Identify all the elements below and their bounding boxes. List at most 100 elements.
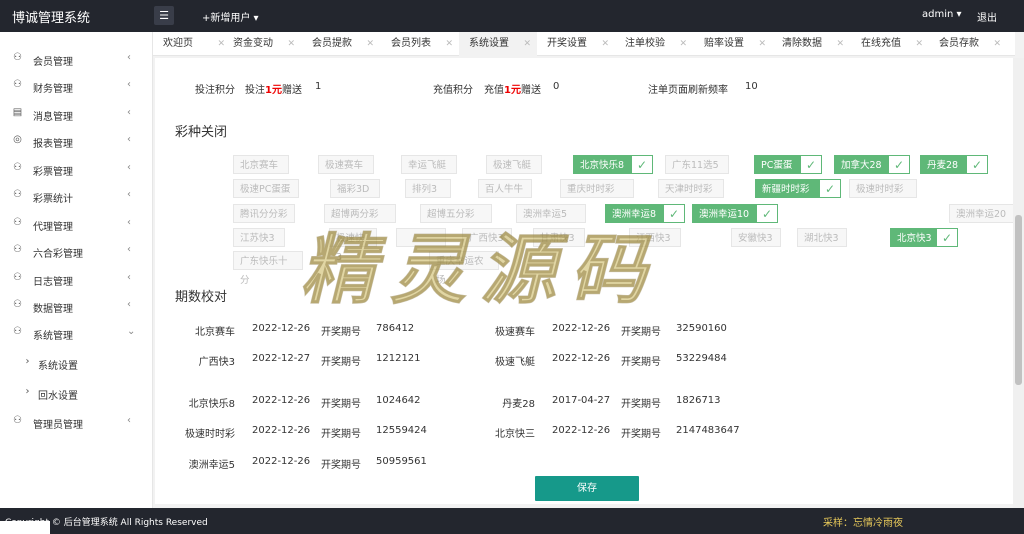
lottery-checkbox[interactable]: 极速赛车 [318, 155, 374, 174]
tab-9[interactable]: 在线充值 ✕ [851, 32, 929, 56]
tab-10[interactable]: 会员存款 ✕ [929, 32, 1007, 56]
lottery-label: 北京赛车 [240, 160, 279, 171]
tab-6[interactable]: 注单校验 ✕ [615, 32, 693, 56]
period-date-input[interactable]: 2022-12-26 [552, 425, 610, 436]
close-icon[interactable]: ✕ [836, 32, 844, 56]
refresh-rate-input[interactable]: 10 [745, 81, 758, 92]
close-icon[interactable]: ✕ [523, 32, 531, 56]
lottery-checkbox[interactable]: 排列3 [405, 179, 451, 198]
lottery-checkbox[interactable]: 丹麦28 ✓ [920, 155, 988, 174]
lottery-checkbox[interactable]: 福彩3D [330, 179, 380, 198]
lottery-checkbox[interactable]: 江苏快3 [233, 228, 285, 247]
bet-points-input[interactable]: 1 [315, 81, 321, 92]
admin-menu[interactable]: admin ▾ [922, 9, 962, 20]
period-number-input[interactable]: 1024642 [376, 395, 421, 406]
tab-8[interactable]: 清除数据 ✕ [772, 32, 850, 56]
sidebar-item-7[interactable]: ⚇ 六合彩管理 ‹ [0, 238, 153, 264]
menu-toggle-icon[interactable]: ☰ [154, 6, 174, 25]
period-date-input[interactable]: 2022-12-26 [252, 323, 310, 334]
tab-1[interactable]: 资金变动 ✕ [223, 32, 301, 56]
close-icon[interactable]: ✕ [287, 32, 295, 56]
period-number-input[interactable]: 53229484 [676, 353, 727, 364]
lottery-checkbox[interactable]: 新疆时时彩 ✓ [755, 179, 841, 198]
recharge-points-label: 充值积分 [433, 85, 473, 96]
period-date-input[interactable]: 2022-12-26 [552, 323, 610, 334]
period-number-input[interactable]: 50959561 [376, 456, 427, 467]
period-date-input[interactable]: 2017-04-27 [552, 395, 610, 406]
lottery-checkbox[interactable]: 湖北快3 [797, 228, 847, 247]
recharge-points-input[interactable]: 0 [553, 81, 559, 92]
period-date-input[interactable]: 2022-12-26 [252, 395, 310, 406]
period-date-input[interactable]: 2022-12-26 [552, 353, 610, 364]
lottery-checkbox[interactable]: 极速时时彩 [849, 179, 917, 198]
lottery-checkbox[interactable]: PC蛋蛋 ✓ [754, 155, 822, 174]
lottery-checkbox[interactable]: 安徽快3 [731, 228, 781, 247]
chevron-right-icon: › [25, 356, 30, 367]
period-date-input[interactable]: 2022-12-26 [252, 425, 310, 436]
lottery-checkbox[interactable]: 广东11选5 [665, 155, 729, 174]
close-icon[interactable]: ✕ [601, 32, 609, 56]
add-user-button[interactable]: +新增用户 ▾ [202, 9, 259, 24]
sidebar-item-2[interactable]: ▤ 消息管理 ‹ [0, 101, 153, 127]
close-icon[interactable]: ✕ [915, 32, 923, 56]
scrollbar-thumb[interactable] [1015, 215, 1022, 385]
lottery-checkbox[interactable]: 幸运飞艇 [401, 155, 457, 174]
close-icon[interactable]: ✕ [758, 32, 766, 56]
lottery-label: 腾讯分分彩 [240, 209, 288, 220]
lottery-label: 幸运飞艇 [408, 160, 447, 171]
close-icon[interactable]: ✕ [993, 32, 1001, 56]
lottery-checkbox[interactable]: 北京快乐8 ✓ [573, 155, 653, 174]
lottery-checkbox[interactable]: 加拿大28 ✓ [834, 155, 910, 174]
lottery-label: 广东11选5 [672, 160, 719, 171]
sidebar-item-6[interactable]: ⚇ 代理管理 ‹ [0, 211, 153, 237]
user-icon: ⚇ [13, 244, 22, 255]
period-number-input[interactable]: 1826713 [676, 395, 721, 406]
period-number-input[interactable]: 12559424 [376, 425, 427, 436]
period-number-input[interactable]: 32590160 [676, 323, 727, 334]
tab-3[interactable]: 会员列表 ✕ [381, 32, 459, 56]
watermark-text: 精灵源码 [300, 225, 660, 315]
sidebar-item-8[interactable]: ⚇ 日志管理 ‹ [0, 266, 153, 292]
tab-0[interactable]: 欢迎页 ✕ [153, 32, 231, 56]
tab-2[interactable]: 会员提款 ✕ [302, 32, 380, 56]
lottery-label: 极速PC蛋蛋 [240, 184, 291, 195]
sidebar-item-3[interactable]: ◎ 报表管理 ‹ [0, 128, 153, 154]
lottery-checkbox[interactable]: 澳洲幸运10 ✓ [692, 204, 778, 223]
tab-5[interactable]: 开奖设置 ✕ [537, 32, 615, 56]
lottery-checkbox[interactable]: 北京赛车 [233, 155, 289, 174]
lottery-checkbox[interactable]: 腾讯分分彩 [233, 204, 295, 223]
tab-4[interactable]: 系统设置 ✕ [459, 32, 537, 56]
sidebar-item-13[interactable]: ⚇ 管理员管理 ‹ [0, 409, 153, 435]
period-number-input[interactable]: 2147483647 [676, 425, 740, 436]
sidebar-item-0[interactable]: ⚇ 会员管理 ‹ [0, 46, 153, 72]
period-number-input[interactable]: 786412 [376, 323, 414, 334]
sidebar-item-12[interactable]: › 回水设置 [0, 380, 153, 406]
save-button[interactable]: 保存 [535, 476, 639, 501]
lottery-checkbox[interactable]: 澳洲幸运20 [949, 204, 1019, 223]
close-icon[interactable]: ✕ [366, 32, 374, 56]
close-icon[interactable]: ✕ [679, 32, 687, 56]
sidebar-item-10[interactable]: ⚇ 系统管理 ⌄ [0, 320, 153, 346]
sidebar-item-5[interactable]: ⚇ 彩票统计 ‹ [0, 183, 153, 209]
logout-button[interactable]: 退出 [977, 9, 997, 24]
period-date-input[interactable]: 2022-12-27 [252, 353, 310, 364]
lottery-checkbox[interactable]: 广东快乐十分 [233, 251, 303, 286]
sidebar-item-4[interactable]: ⚇ 彩票管理 ‹ [0, 156, 153, 182]
lottery-checkbox[interactable]: 北京快3 ✓ [890, 228, 958, 247]
check-icon: ✓ [631, 155, 653, 174]
lottery-checkbox[interactable]: 重庆时时彩 [560, 179, 634, 198]
period-date-input[interactable]: 2022-12-26 [252, 456, 310, 467]
tab-7[interactable]: 赔率设置 ✕ [694, 32, 772, 56]
sidebar-item-9[interactable]: ⚇ 数据管理 ‹ [0, 293, 153, 319]
lottery-checkbox[interactable]: 百人牛牛 [478, 179, 532, 198]
check-icon: ✓ [819, 179, 841, 198]
lottery-checkbox[interactable]: 极速PC蛋蛋 [233, 179, 299, 198]
period-number-input[interactable]: 1212121 [376, 353, 421, 364]
close-icon[interactable]: ✕ [445, 32, 453, 56]
check-icon: ✓ [936, 228, 958, 247]
refresh-rate-label: 注单页面刷新频率 [648, 85, 728, 96]
lottery-checkbox[interactable]: 极速飞艇 [486, 155, 542, 174]
sidebar-item-11[interactable]: › 系统设置 [0, 350, 153, 376]
lottery-checkbox[interactable]: 天津时时彩 [658, 179, 724, 198]
sidebar-item-1[interactable]: ⚇ 财务管理 ‹ [0, 73, 153, 99]
